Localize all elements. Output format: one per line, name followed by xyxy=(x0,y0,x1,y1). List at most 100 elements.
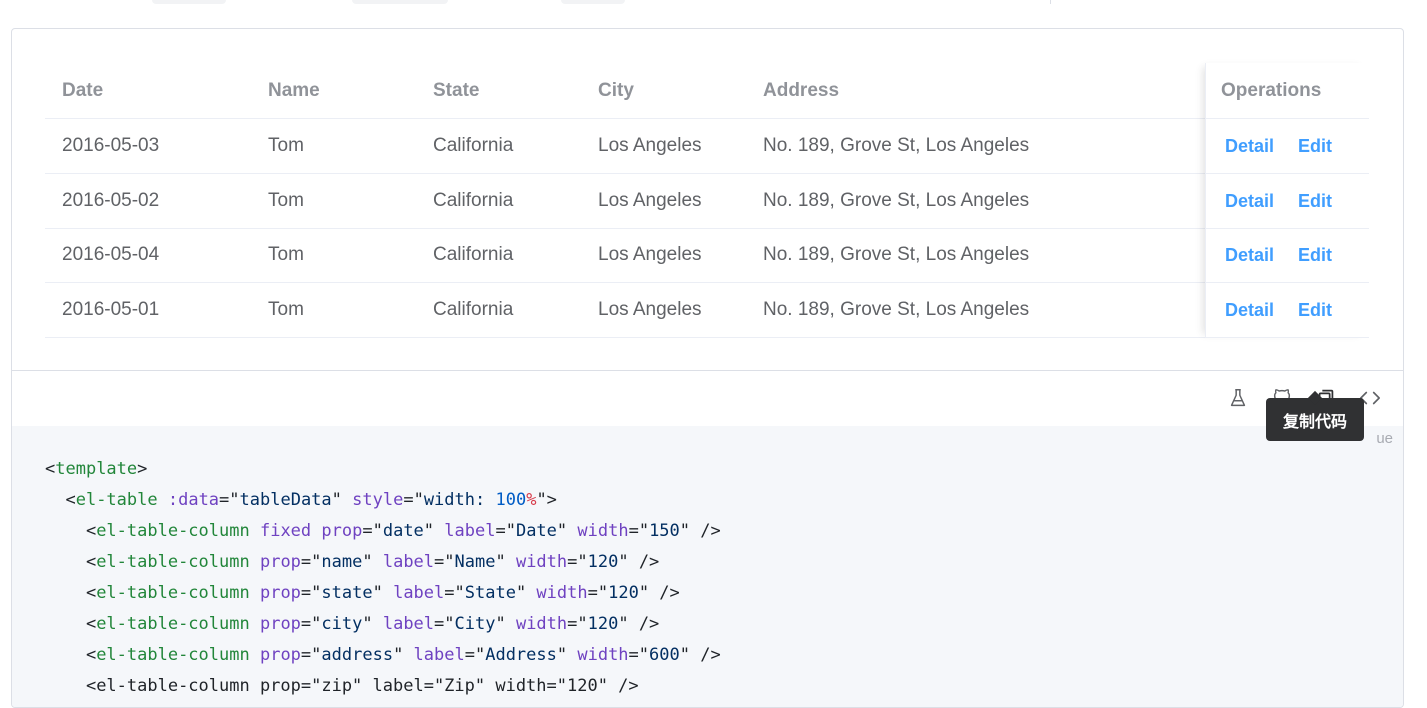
code-token: fixed xyxy=(259,521,312,541)
code-token: Date xyxy=(515,521,557,541)
code-token: width: xyxy=(423,490,496,510)
code-line: <el-table-column prop="city" label="City… xyxy=(45,614,660,634)
demo-toolbar xyxy=(12,371,1403,426)
code-token: name xyxy=(321,552,363,572)
header-city: City xyxy=(598,79,634,101)
code-token: label xyxy=(382,552,435,572)
code-line-partial: <el-table-column prop="zip" label="Zip" … xyxy=(45,674,639,698)
cell-city: Los Angeles xyxy=(598,190,702,211)
edit-button[interactable]: Edit xyxy=(1298,245,1332,266)
code-token: 120 xyxy=(587,614,619,634)
code-token: prop xyxy=(259,552,301,572)
header-name: Name xyxy=(268,79,320,101)
code-token: % xyxy=(526,490,537,510)
code-token: label xyxy=(413,645,465,665)
detail-button[interactable]: Detail xyxy=(1225,300,1274,321)
detail-button[interactable]: Detail xyxy=(1225,245,1274,266)
code-token: 600 xyxy=(649,645,680,665)
cell-state: California xyxy=(433,190,514,211)
code-token: address xyxy=(321,645,394,665)
cell-date: 2016-05-02 xyxy=(62,190,160,211)
cell-date: 2016-05-04 xyxy=(62,244,160,265)
code-token: tableData xyxy=(239,490,332,510)
edit-button[interactable]: Edit xyxy=(1298,300,1332,321)
cell-name: Tom xyxy=(268,135,304,156)
code-token: Name xyxy=(454,552,496,572)
cell-operations: Detail Edit xyxy=(1225,228,1356,282)
table-row: 2016-05-01 Tom California Los Angeles No… xyxy=(45,283,1369,338)
code-token: width xyxy=(536,583,588,603)
code-token: template xyxy=(55,459,138,479)
header-operations: Operations xyxy=(1221,79,1322,101)
code-token: 120 xyxy=(587,552,619,572)
cell-operations: Detail Edit xyxy=(1225,119,1356,173)
table-row: 2016-05-04 Tom California Los Angeles No… xyxy=(45,228,1369,283)
code-token: width xyxy=(515,614,568,634)
code-token: el-table xyxy=(75,490,158,510)
top-divider xyxy=(1050,0,1051,4)
code-token: el-table-column xyxy=(96,645,250,665)
code-token: <el-table-column prop="zip" label="Zip" … xyxy=(85,676,639,696)
code-token: el-table-column xyxy=(96,583,250,603)
edit-button[interactable]: Edit xyxy=(1298,136,1332,157)
top-chip xyxy=(352,0,448,4)
demo-card: Date Name State City Address Operations … xyxy=(11,28,1404,708)
code-token: label xyxy=(444,521,496,541)
code-line: <el-table-column prop="state" label="Sta… xyxy=(45,583,680,603)
code-block: ue <template> <el-table :data="tableData… xyxy=(12,426,1403,707)
code-token: :data xyxy=(167,490,220,510)
table-row: 2016-05-03 Tom California Los Angeles No… xyxy=(45,119,1369,174)
cell-state: California xyxy=(433,135,514,156)
code-token: City xyxy=(454,614,496,634)
cell-address: No. 189, Grove St, Los Angeles xyxy=(763,135,1030,156)
copy-tooltip: 复制代码 xyxy=(1266,390,1364,441)
cell-date: 2016-05-03 xyxy=(62,135,160,156)
cell-date: 2016-05-01 xyxy=(62,299,160,320)
code-token: city xyxy=(321,614,363,634)
cell-address: No. 189, Grove St, Los Angeles xyxy=(763,190,1030,211)
code-line: <el-table-column prop="address" label="A… xyxy=(45,645,721,665)
cell-name: Tom xyxy=(268,299,304,320)
cell-operations: Detail Edit xyxy=(1225,174,1356,228)
code-token: label xyxy=(393,583,445,603)
table-header-row: Date Name State City Address Operations xyxy=(45,63,1369,119)
language-label: ue xyxy=(1376,430,1393,447)
cell-state: California xyxy=(433,244,514,265)
code-token: 120 xyxy=(608,583,639,603)
code-token: State xyxy=(464,583,516,603)
cell-name: Tom xyxy=(268,244,304,265)
code-token: prop xyxy=(321,521,363,541)
code-token: prop xyxy=(259,614,301,634)
code-token: width xyxy=(515,552,568,572)
code-token: prop xyxy=(259,583,301,603)
code-token: width xyxy=(577,645,629,665)
cell-operations: Detail Edit xyxy=(1225,283,1356,337)
cell-address: No. 189, Grove St, Los Angeles xyxy=(763,299,1030,320)
header-date: Date xyxy=(62,79,104,101)
code-token: label xyxy=(382,614,435,634)
cell-address: No. 189, Grove St, Los Angeles xyxy=(763,244,1030,265)
code-line: <template> xyxy=(45,459,148,479)
top-chip xyxy=(152,0,226,4)
code-token: 100 xyxy=(495,490,527,510)
edit-button[interactable]: Edit xyxy=(1298,191,1332,212)
code-token: prop xyxy=(259,645,301,665)
header-address: Address xyxy=(763,79,840,101)
detail-button[interactable]: Detail xyxy=(1225,136,1274,157)
detail-button[interactable]: Detail xyxy=(1225,191,1274,212)
code-token: style xyxy=(352,490,404,510)
cell-city: Los Angeles xyxy=(598,299,702,320)
code-token: el-table-column xyxy=(96,614,250,634)
code-token: date xyxy=(382,521,424,541)
code-line: <el-table-column prop="name" label="Name… xyxy=(45,552,660,572)
flask-icon[interactable] xyxy=(1227,387,1249,409)
tooltip-text: 复制代码 xyxy=(1282,411,1347,431)
header-state: State xyxy=(433,79,480,101)
code-line: <el-table :data="tableData" style="width… xyxy=(45,490,557,510)
code-line: <el-table-column fixed prop="date" label… xyxy=(45,521,721,541)
cell-name: Tom xyxy=(268,190,304,211)
table-row: 2016-05-02 Tom California Los Angeles No… xyxy=(45,174,1369,229)
top-strip-remnant xyxy=(0,0,1427,6)
cell-city: Los Angeles xyxy=(598,244,702,265)
cell-city: Los Angeles xyxy=(598,135,702,156)
